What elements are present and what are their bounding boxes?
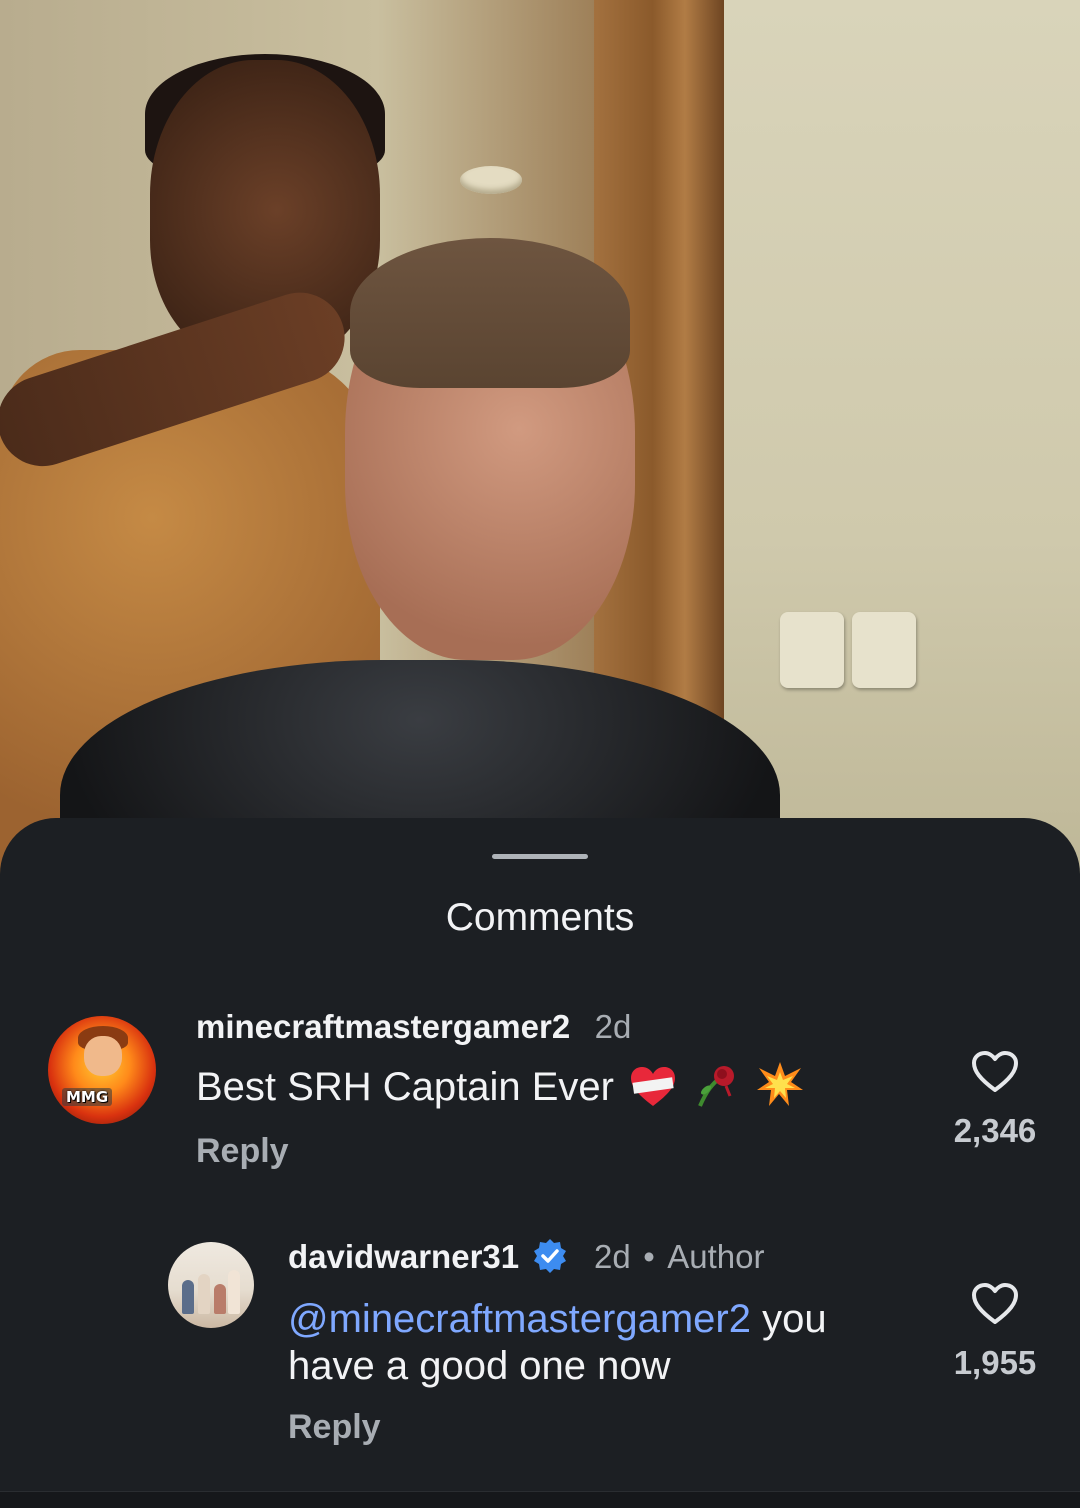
heart-icon[interactable] <box>940 1282 1050 1326</box>
comment-item: MMG minecraftmastergamer2 2d Best SRH Ca… <box>0 1008 1080 1188</box>
comment-time: 2d <box>594 1238 631 1275</box>
like-count: 1,955 <box>953 1344 1037 1381</box>
wilted-rose-icon <box>692 1062 740 1119</box>
comment-text-row: Best SRH Captain Ever <box>196 1060 805 1119</box>
light-switch <box>780 612 844 688</box>
avatar[interactable]: MMG <box>48 1016 156 1124</box>
comment-text-block: @minecraftmastergamer2 you have a good o… <box>288 1296 908 1390</box>
like-control: 2,346 <box>940 1050 1050 1150</box>
ceiling-light <box>460 166 522 194</box>
like-control: 1,955 <box>940 1282 1050 1382</box>
reply-button[interactable]: Reply <box>288 1408 381 1447</box>
author-label: Author <box>667 1238 765 1275</box>
video-frame <box>0 0 1080 900</box>
collision-icon <box>755 1060 805 1119</box>
comment-time: 2d <box>594 1008 632 1045</box>
light-switch <box>852 612 916 688</box>
comment-username[interactable]: davidwarner31 <box>288 1238 519 1275</box>
avatar-logo-text: MMG <box>62 1088 113 1106</box>
meta-separator: • <box>643 1238 655 1275</box>
comment-text: you <box>750 1297 827 1341</box>
comment-username[interactable]: minecraftmastergamer2 <box>196 1008 570 1045</box>
drag-handle[interactable] <box>492 854 588 859</box>
avatar[interactable] <box>168 1242 254 1328</box>
heart-icon[interactable] <box>940 1050 1050 1094</box>
comment-reply-item: davidwarner31 2d • Author @minecraftmast… <box>0 1238 1080 1468</box>
comment-text: Best SRH Captain Ever <box>196 1065 614 1109</box>
client-hair <box>350 238 630 388</box>
wall <box>724 0 1080 900</box>
mention-link[interactable]: @minecraftmastergamer2 <box>288 1297 751 1341</box>
comment-text: have a good one now <box>288 1344 671 1388</box>
reply-button[interactable]: Reply <box>196 1132 289 1171</box>
bottom-divider <box>0 1491 1080 1508</box>
heart-with-bandage-icon <box>629 1066 677 1119</box>
sheet-title: Comments <box>445 896 635 939</box>
comments-sheet: Comments MMG minecraftmastergamer2 2d Be… <box>0 818 1080 1508</box>
like-count: 2,346 <box>953 1112 1037 1149</box>
verified-badge-icon <box>532 1238 568 1279</box>
